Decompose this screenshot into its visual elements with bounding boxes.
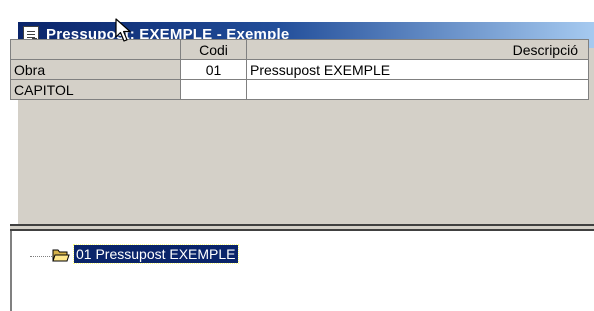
column-header-descripcio[interactable]: Descripció: [246, 39, 589, 60]
cell-codi[interactable]: 01: [180, 59, 247, 80]
cell-codi[interactable]: [180, 79, 247, 100]
budget-grid: Codi Descripció Obra 01 Pressupost EXEMP…: [10, 39, 589, 100]
budget-tree: 01 Pressupost EXEMPLE: [10, 231, 594, 311]
tree-item-label[interactable]: 01 Pressupost EXEMPLE: [73, 244, 239, 264]
pane-splitter[interactable]: [10, 224, 594, 231]
row-header-capitol[interactable]: CAPITOL: [10, 79, 181, 100]
grid-header-row: Codi Descripció: [10, 39, 589, 60]
folder-open-icon[interactable]: [52, 247, 70, 263]
cell-descripcio[interactable]: Pressupost EXEMPLE: [246, 59, 589, 80]
table-row[interactable]: CAPITOL: [10, 79, 589, 100]
row-header-obra[interactable]: Obra: [10, 59, 181, 80]
mouse-pointer-icon: [115, 18, 131, 42]
grid-corner-header[interactable]: [10, 39, 181, 60]
tree-connector-line: [30, 256, 52, 257]
table-row[interactable]: Obra 01 Pressupost EXEMPLE: [10, 59, 589, 80]
column-header-codi[interactable]: Codi: [180, 39, 247, 60]
cell-descripcio[interactable]: [246, 79, 589, 100]
